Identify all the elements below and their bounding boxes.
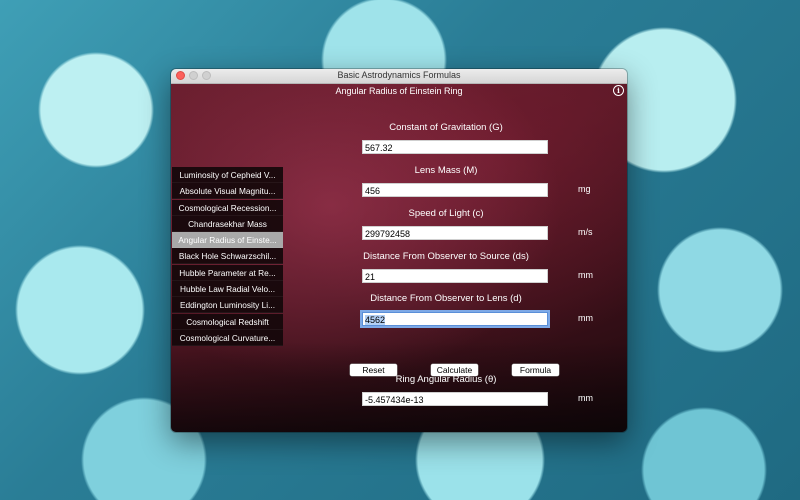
lens-distance-input[interactable]: 4562	[362, 312, 548, 326]
lens-mass-input[interactable]: 456	[362, 183, 548, 197]
sidebar-item-einstein-ring[interactable]: Angular Radius of Einste...	[172, 232, 283, 249]
ring-angular-radius-output[interactable]: -5.457434e-13	[362, 392, 548, 406]
sidebar-item-cosmological-curvature[interactable]: Cosmological Curvature...	[172, 329, 283, 346]
sidebar-item-absolute-visual-magnitude[interactable]: Absolute Visual Magnitu...	[172, 183, 283, 200]
ring-angular-radius-label: Ring Angular Radius (θ)	[395, 374, 497, 385]
window-title: Basic Astrodynamics Formulas	[337, 70, 461, 80]
app-window: Basic Astrodynamics Formulas Angular Rad…	[171, 69, 627, 432]
lens-distance-label: Distance From Observer to Lens (d)	[370, 293, 522, 304]
sidebar-item-cepheid-luminosity[interactable]: Luminosity of Cepheid V...	[172, 167, 283, 183]
gravitation-constant-label: Constant of Gravitation (G)	[389, 122, 503, 133]
ring-angular-radius-unit: mm	[578, 393, 593, 403]
title-bar[interactable]: Basic Astrodynamics Formulas	[171, 69, 627, 84]
formula-heading: Angular Radius of Einstein Ring	[335, 86, 463, 96]
info-icon[interactable]: i	[613, 85, 624, 96]
speed-of-light-unit: m/s	[578, 227, 593, 237]
main-content: Angular Radius of Einstein Ring i Lumino…	[171, 84, 627, 432]
speed-of-light-input[interactable]: 299792458	[362, 226, 548, 240]
lens-mass-label: Lens Mass (M)	[414, 165, 478, 176]
sidebar-item-hubble-parameter[interactable]: Hubble Parameter at Re...	[172, 264, 283, 281]
speed-of-light-label: Speed of Light (c)	[408, 208, 484, 219]
source-distance-unit: mm	[578, 270, 593, 280]
lens-distance-unit: mm	[578, 313, 593, 323]
gravitation-constant-input[interactable]: 567.32	[362, 140, 548, 154]
formula-list: Luminosity of Cepheid V... Absolute Visu…	[172, 167, 283, 346]
sidebar-item-hubble-law-velocity[interactable]: Hubble Law Radial Velo...	[172, 281, 283, 298]
sidebar-item-cosmological-recession[interactable]: Cosmological Recession...	[172, 199, 283, 216]
source-distance-label: Distance From Observer to Source (ds)	[363, 251, 529, 262]
sidebar-item-cosmological-redshift[interactable]: Cosmological Redshift	[172, 313, 283, 330]
sidebar-item-eddington-luminosity[interactable]: Eddington Luminosity Li...	[172, 297, 283, 314]
source-distance-input[interactable]: 21	[362, 269, 548, 283]
lens-mass-unit: mg	[578, 184, 591, 194]
lens-distance-value: 4562	[365, 315, 386, 325]
sidebar-item-schwarzschild-radius[interactable]: Black Hole Schwarzschil...	[172, 248, 283, 265]
sidebar-item-chandrasekhar-mass[interactable]: Chandrasekhar Mass	[172, 215, 283, 232]
